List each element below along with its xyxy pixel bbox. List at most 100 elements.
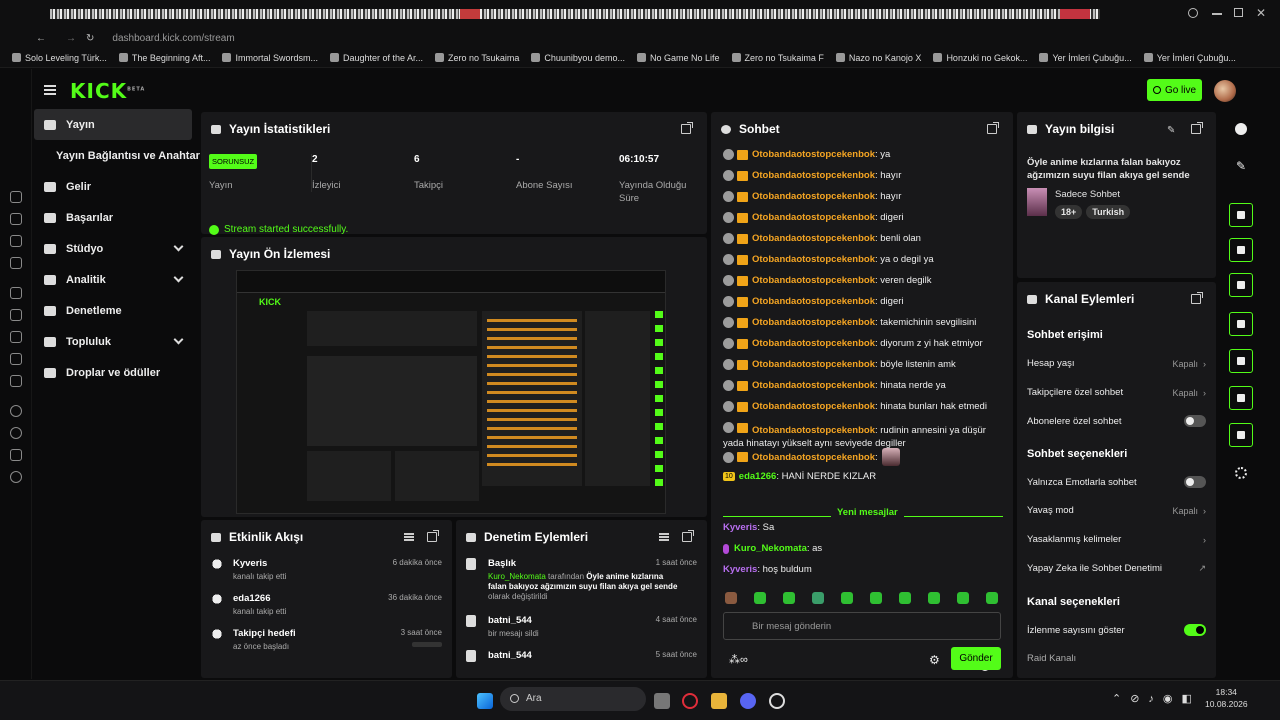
emote-picker-icon[interactable]	[783, 592, 795, 604]
tag-chip[interactable]: Turkish	[1086, 205, 1131, 219]
subs-only-toggle[interactable]	[1184, 415, 1206, 427]
menu-icon[interactable]	[44, 85, 56, 87]
sidebar-app-icon[interactable]	[10, 213, 22, 225]
nav-item[interactable]: Başarılar	[32, 202, 200, 233]
sidebar-app-icon[interactable]	[10, 257, 22, 269]
system-tray-icons[interactable]: ⌃⊘♪◉◧	[1112, 692, 1201, 705]
nav-item[interactable]: Droplar ve ödüller	[32, 357, 200, 388]
setting-followers-only[interactable]: Takipçilere özel sohbet Kapalı ›	[1027, 387, 1206, 398]
emote-only-toggle[interactable]	[1184, 476, 1206, 488]
chat-message[interactable]: Otobandaotostopcekenbok: diyorum z yi ha…	[723, 338, 983, 349]
nav-item[interactable]: Topluluk	[32, 326, 200, 357]
chat-message[interactable]: Otobandaotostopcekenbok: hayır	[723, 191, 901, 202]
search-icon[interactable]	[1188, 8, 1198, 18]
taskbar-search[interactable]: Ara	[500, 687, 646, 711]
tag-chip[interactable]: 18+	[1055, 205, 1083, 219]
twitch-icon[interactable]	[10, 287, 22, 299]
emote-picker-icon[interactable]	[870, 592, 882, 604]
chat-message[interactable]: Otobandaotostopcekenbok: digeri	[723, 296, 904, 307]
chat-message[interactable]: Otobandaotostopcekenbok: hayır	[723, 170, 901, 181]
discord-icon[interactable]	[10, 331, 22, 343]
setting-banned-words[interactable]: Yasaklanmış kelimeler ›	[1027, 534, 1206, 545]
bookmark-item[interactable]: Yer İmleri Çubuğu...	[1143, 53, 1236, 63]
nav-item[interactable]: Gelir	[32, 171, 200, 202]
chat-message[interactable]: Otobandaotostopcekenbok: veren degilk	[723, 275, 932, 286]
nav-item[interactable]: Analitik	[32, 264, 200, 295]
show-viewers-toggle[interactable]	[1184, 624, 1206, 636]
chat-input[interactable]: Bir mesaj gönderin	[723, 612, 1001, 640]
wrench-icon[interactable]	[1229, 423, 1253, 447]
go-live-button[interactable]: Go live	[1147, 79, 1202, 101]
emote-picker-icon[interactable]	[841, 592, 853, 604]
moderation-item[interactable]: batni_544 bir mesajı sildi 4 saat önce	[466, 615, 697, 638]
windows-start-icon[interactable]	[477, 693, 493, 709]
tab-strip[interactable]	[50, 9, 1100, 19]
bookmark-item[interactable]: Solo Leveling Türk...	[12, 53, 107, 63]
moderation-item[interactable]: Başlık Kuro_Nekomata tarafından Öyle anim…	[466, 558, 697, 602]
chat-icon[interactable]	[1229, 312, 1253, 336]
setting-ai-moderation[interactable]: Yapay Zeka ile Sohbet Denetimi ↗	[1027, 563, 1206, 574]
forward-icon[interactable]: →	[66, 33, 76, 44]
task-view-icon[interactable]	[654, 693, 670, 709]
chat-message[interactable]: Otobandaotostopcekenbok: takemichinin se…	[723, 317, 976, 328]
instagram-icon[interactable]	[10, 353, 22, 365]
address-bar[interactable]: ← → ↻ dashboard.kick.com/stream	[0, 28, 1280, 48]
opera-gx-icon[interactable]	[682, 693, 698, 709]
reload-icon[interactable]: ↻	[86, 33, 94, 44]
extensions-icon[interactable]	[10, 449, 22, 461]
sidebar-app-icon[interactable]	[10, 191, 22, 203]
setting-raid[interactable]: Raid Kanalı	[1027, 653, 1206, 664]
lightning-icon[interactable]	[1229, 238, 1253, 262]
bookmark-item[interactable]: Nazo no Kanojo X	[835, 53, 921, 63]
setting-show-viewers[interactable]: İzlenme sayısını göster	[1027, 624, 1206, 636]
chat-message[interactable]: Otobandaotostopcekenbok: benli olan	[723, 233, 921, 244]
bookmark-item[interactable]: Zero no Tsukaima F	[731, 53, 824, 63]
avatar[interactable]	[1214, 80, 1236, 102]
bookmark-item[interactable]: Immortal Swordsm...	[222, 53, 318, 63]
kick-logo[interactable]: KICKBETA	[70, 79, 145, 103]
chat-tools-icon[interactable]: ⁂∞	[729, 653, 748, 666]
setting-slow-mode[interactable]: Yavaş mod Kapalı ›	[1027, 505, 1206, 516]
taskbar-clock[interactable]: 18:34 10.08.2026	[1205, 686, 1248, 710]
bookmark-item[interactable]: The Beginning Aft...	[118, 53, 210, 63]
popout-icon[interactable]	[681, 122, 693, 134]
document-icon[interactable]	[1229, 273, 1253, 297]
file-explorer-icon[interactable]	[711, 693, 727, 709]
setting-emote-only[interactable]: Yalnızca Emotlarla sohbet	[1027, 476, 1206, 488]
emote-picker-icon[interactable]	[899, 592, 911, 604]
maximize-icon[interactable]	[1234, 8, 1243, 17]
edit-icon[interactable]: ✎	[1167, 125, 1175, 136]
chat-message[interactable]: Kyveris: hoş buldum	[723, 564, 812, 575]
info-icon[interactable]	[1235, 123, 1247, 135]
steam-icon[interactable]	[769, 693, 785, 709]
settings-icon[interactable]	[10, 471, 22, 483]
bookmark-item[interactable]: Chuunibyou demo...	[531, 53, 625, 63]
nav-item[interactable]: Yayın	[34, 109, 192, 140]
moderation-item[interactable]: batni_544 5 saat önce	[466, 650, 697, 662]
chat-message[interactable]: Otobandaotostopcekenbok: digeri	[723, 212, 904, 223]
bookmark-item[interactable]: Yer İmleri Çubuğu...	[1039, 53, 1132, 63]
emote-picker-icon[interactable]	[957, 592, 969, 604]
discord-icon[interactable]	[740, 693, 756, 709]
chat-message[interactable]: Otobandaotostopcekenbok: hinata bunları …	[723, 401, 987, 412]
emote-picker-icon[interactable]	[754, 592, 766, 604]
camera-icon[interactable]	[1229, 386, 1253, 410]
url-text[interactable]: dashboard.kick.com/stream	[112, 33, 234, 44]
chat-message[interactable]: Kyveris: Sa	[723, 522, 774, 533]
popout-icon[interactable]	[987, 122, 999, 134]
emote-picker-icon[interactable]	[725, 592, 737, 604]
apps-icon[interactable]	[1235, 467, 1247, 479]
chat-message[interactable]: Otobandaotostopcekenbok: hinata nerde ya	[723, 380, 946, 391]
popout-icon[interactable]	[682, 530, 694, 542]
chat-message[interactable]: Otobandaotostopcekenbok: ya	[723, 149, 890, 160]
nav-item[interactable]: Denetleme	[32, 295, 200, 326]
sidebar-app-icon[interactable]	[10, 235, 22, 247]
history-icon[interactable]	[10, 427, 22, 439]
filter-icon[interactable]	[404, 533, 414, 535]
bookmark-item[interactable]: Zero no Tsukaima	[435, 53, 519, 63]
nav-item[interactable]: Stüdyo	[32, 233, 200, 264]
close-icon[interactable]: ✕	[1256, 6, 1266, 20]
chat-message[interactable]: Otobandaotostopcekenbok: ya o degil ya	[723, 254, 934, 265]
stream-preview-video[interactable]: KICK	[236, 270, 666, 514]
clip-icon[interactable]	[1229, 203, 1253, 227]
